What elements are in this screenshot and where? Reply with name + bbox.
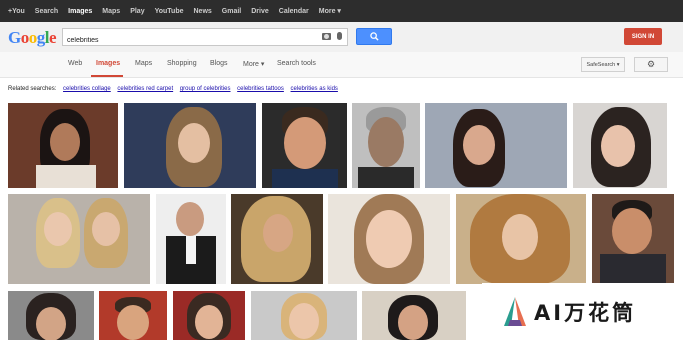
settings-button[interactable]: ⚙ (634, 57, 668, 72)
search-box[interactable] (62, 28, 348, 49)
related-link-tattoos[interactable]: celebrities tattoos (237, 86, 284, 92)
image-result[interactable] (592, 194, 674, 284)
topbar-item-more[interactable]: More ▾ (319, 7, 341, 15)
active-tab-indicator (91, 75, 123, 77)
topbar-item-youtube[interactable]: YouTube (155, 8, 184, 15)
watermark-text: AI万花筒 (534, 300, 637, 325)
image-result[interactable] (99, 291, 167, 340)
tab-shopping[interactable]: Shopping (167, 60, 197, 67)
image-result[interactable] (362, 291, 466, 340)
search-header: Google SIGN IN (0, 22, 683, 52)
related-link-group[interactable]: group of celebrities (180, 86, 231, 92)
logo-letter: o (20, 28, 30, 47)
image-result[interactable] (573, 103, 667, 188)
image-result[interactable] (352, 103, 420, 188)
search-button[interactable] (356, 28, 392, 45)
google-logo[interactable]: Google (8, 28, 57, 48)
related-searches: Related searches: celebrities collage ce… (8, 86, 338, 92)
topbar-item-search[interactable]: Search (35, 8, 58, 15)
logo-letter: G (8, 28, 21, 47)
topbar-item-calendar[interactable]: Calendar (279, 8, 309, 15)
tab-more[interactable]: More ▾ (243, 60, 264, 68)
image-result[interactable] (231, 194, 323, 284)
image-result[interactable] (8, 194, 150, 284)
magnifier-icon (369, 32, 379, 41)
safesearch-dropdown[interactable]: SafeSearch ▾ (581, 57, 625, 72)
topbar-item-play[interactable]: Play (130, 8, 144, 15)
related-link-as-kids[interactable]: celebrities as kids (291, 86, 338, 92)
search-tabs-bar: Web Images Maps Shopping Blogs More ▾ Se… (0, 52, 683, 78)
image-result[interactable] (251, 291, 357, 340)
image-result[interactable] (173, 291, 245, 340)
related-link-red-carpet[interactable]: celebrities red carpet (117, 86, 173, 92)
topbar-item-images[interactable]: Images (68, 8, 92, 15)
logo-letter: e (48, 28, 57, 47)
sign-in-button[interactable]: SIGN IN (624, 28, 662, 45)
tab-search-tools[interactable]: Search tools (277, 60, 316, 67)
top-nav-bar: +You Search Images Maps Play YouTube New… (0, 0, 683, 22)
related-link-collage[interactable]: celebrities collage (63, 86, 111, 92)
tab-maps[interactable]: Maps (135, 60, 152, 67)
watermark-logo-icon (502, 296, 528, 328)
topbar-item-drive[interactable]: Drive (251, 8, 269, 15)
microphone-icon[interactable] (337, 32, 342, 40)
related-searches-label: Related searches: (8, 86, 57, 92)
google-images-page: +You Search Images Maps Play YouTube New… (0, 0, 683, 340)
topbar-item-you[interactable]: +You (8, 8, 25, 15)
tab-blogs[interactable]: Blogs (210, 60, 228, 67)
topbar-item-gmail[interactable]: Gmail (222, 8, 241, 15)
topbar-item-maps[interactable]: Maps (102, 8, 120, 15)
camera-icon[interactable] (322, 33, 331, 40)
logo-letter: g (36, 28, 46, 47)
search-input[interactable] (63, 32, 313, 49)
image-result[interactable] (425, 103, 567, 188)
image-result[interactable] (156, 194, 226, 284)
gear-icon: ⚙ (646, 59, 656, 69)
watermark: AI万花筒 (482, 283, 683, 340)
image-result[interactable] (8, 103, 118, 188)
image-result[interactable] (124, 103, 256, 188)
tab-web[interactable]: Web (68, 60, 82, 67)
image-result[interactable] (456, 194, 586, 284)
image-result[interactable] (262, 103, 347, 188)
tab-images[interactable]: Images (96, 60, 120, 67)
image-result[interactable] (8, 291, 94, 340)
logo-letter: o (28, 28, 38, 47)
topbar-item-news[interactable]: News (194, 8, 212, 15)
image-result[interactable] (328, 194, 450, 284)
